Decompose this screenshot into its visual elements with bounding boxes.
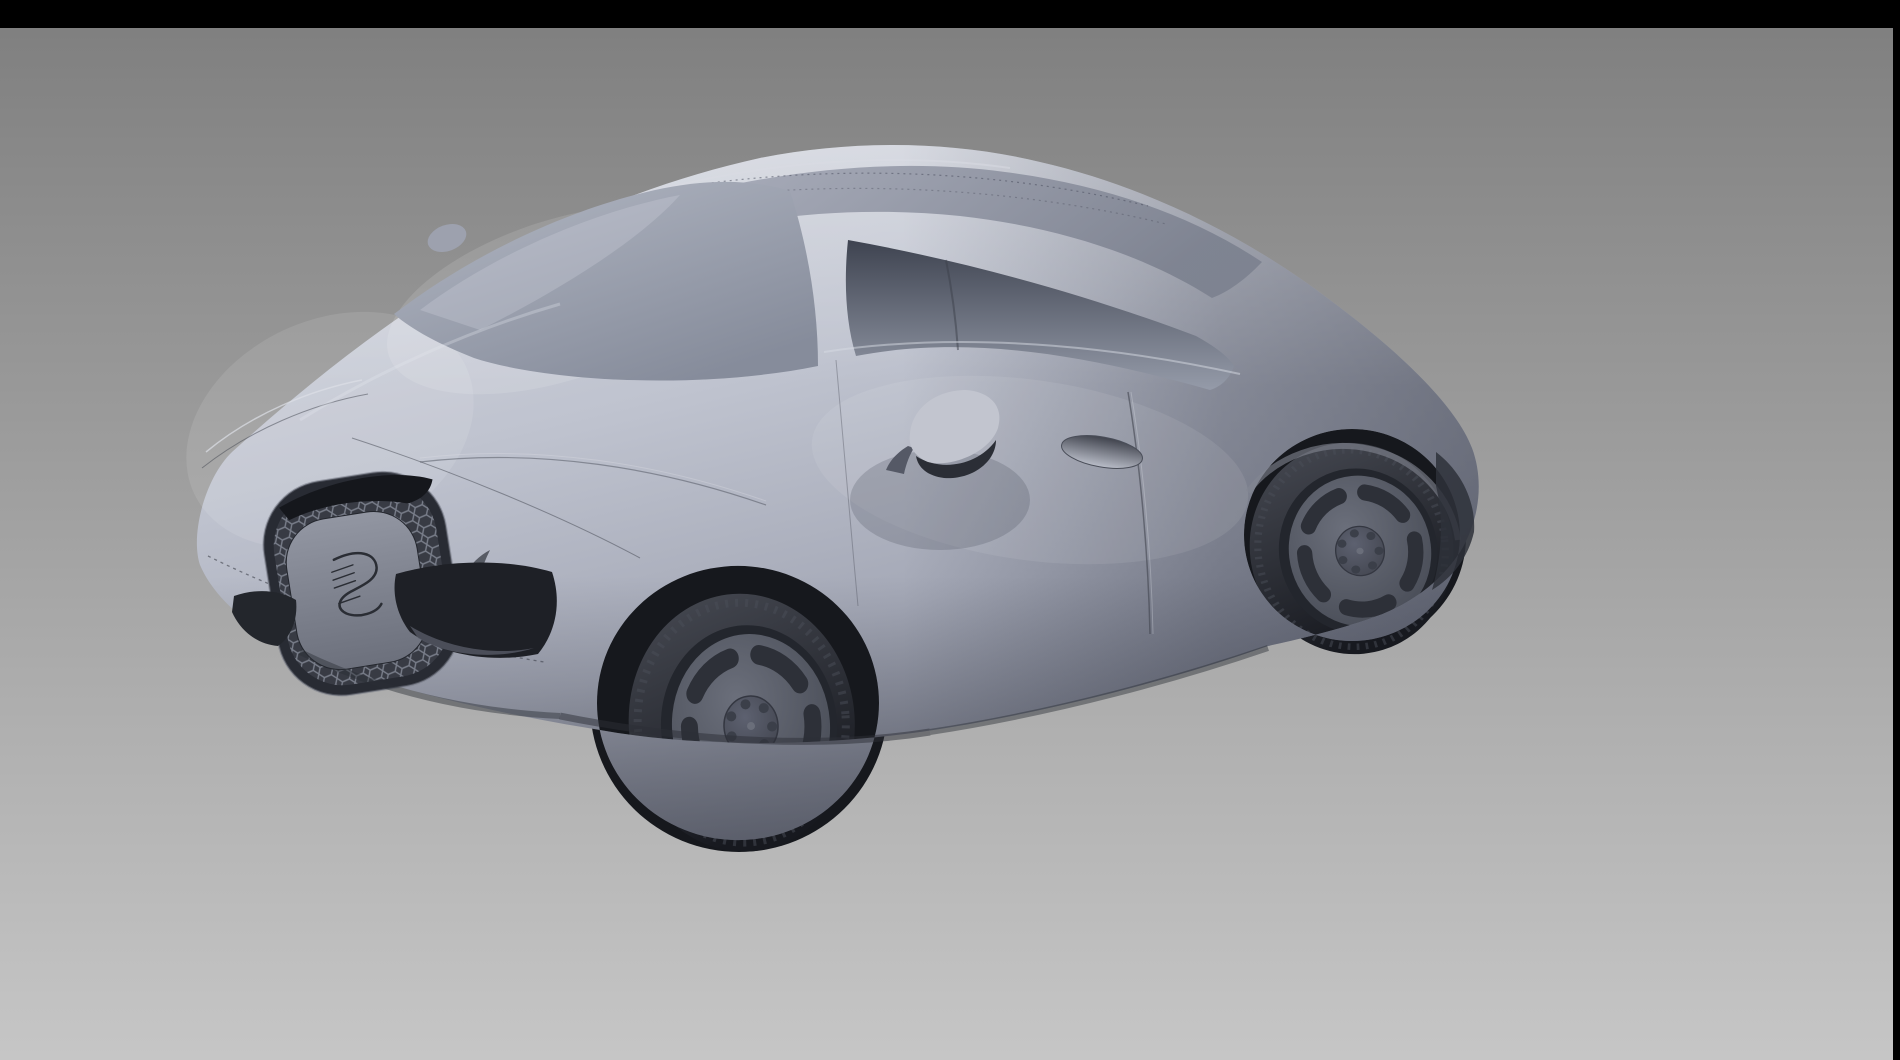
render-canvas — [0, 0, 1900, 1060]
render-viewport[interactable] — [0, 0, 1900, 1060]
letterbox-right-bar — [1893, 0, 1900, 1060]
letterbox-top-bar — [0, 0, 1900, 28]
